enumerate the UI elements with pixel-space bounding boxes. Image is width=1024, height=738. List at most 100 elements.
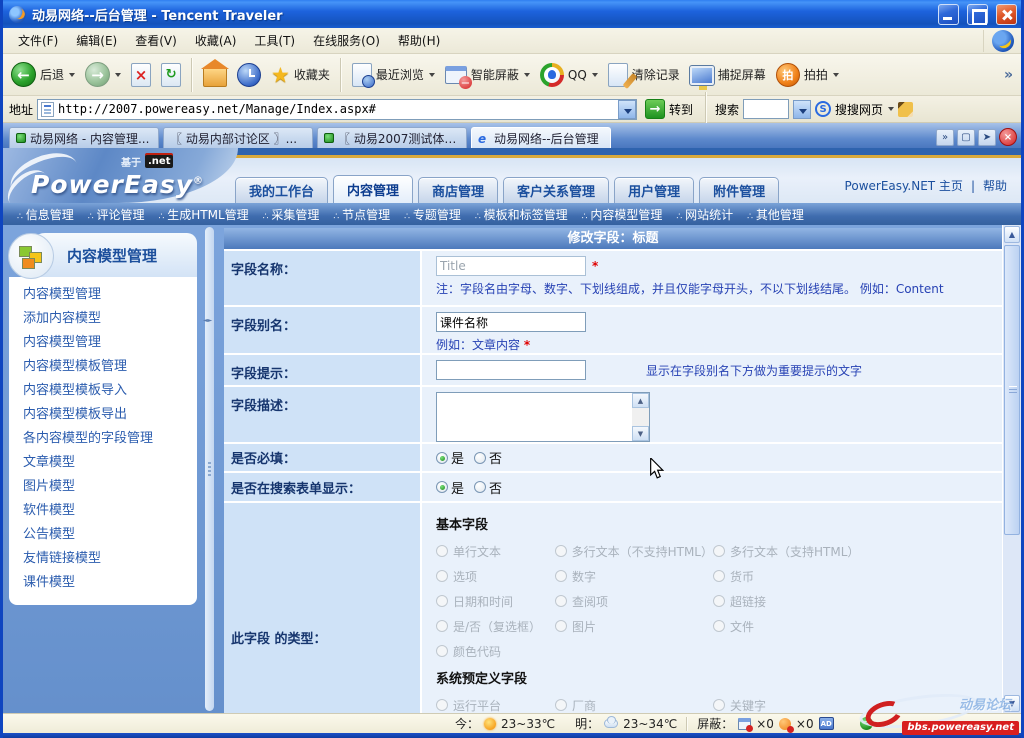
sub-menu-item[interactable]: 节点管理 <box>333 206 390 223</box>
search-engine-caret-icon[interactable] <box>888 107 894 111</box>
sidebar-menu-item[interactable]: 图片模型 <box>12 475 194 499</box>
capture-screen-button[interactable]: 捕捉屏幕 <box>686 61 770 88</box>
sub-menu-item[interactable]: 内容模型管理 <box>582 206 663 223</box>
sub-menu-item[interactable]: 评论管理 <box>88 206 145 223</box>
close-button[interactable] <box>996 4 1017 25</box>
search-input[interactable] <box>743 99 789 119</box>
pencil-icon[interactable] <box>898 102 913 117</box>
sub-menu-item[interactable]: 采集管理 <box>263 206 320 223</box>
site-nav-tab[interactable]: 用户管理 <box>614 177 694 203</box>
sidebar-menu-item[interactable]: 课件模型 <box>12 571 194 595</box>
title-bar: 动易网络--后台管理 - Tencent Traveler <box>3 0 1021 28</box>
field-desc-textarea[interactable]: ▲ ▼ <box>436 392 650 442</box>
browser-tab[interactable]: 〖 动易2007测试体验... <box>317 127 467 148</box>
sidebar-menu-item[interactable]: 公告模型 <box>12 523 194 547</box>
search-engine-label[interactable]: 搜搜网页 <box>835 101 883 118</box>
field-type-option: 关键字 <box>713 694 1002 713</box>
site-nav-tab[interactable]: 我的工作台 <box>235 177 328 203</box>
radio-yes[interactable] <box>436 452 448 464</box>
menu-item[interactable]: 编辑(E) <box>67 28 126 53</box>
address-dropdown-icon[interactable] <box>618 100 636 119</box>
radio-no[interactable] <box>474 481 486 493</box>
menu-item[interactable]: 在线服务(O) <box>304 28 389 53</box>
toolbar: ← 后退 → × ↻ ★ 收藏夹 最近浏览 智能屏蔽 QQ <box>3 54 1021 96</box>
sidebar-menu-item[interactable]: 内容模型管理 <box>12 283 194 307</box>
menu-item[interactable]: 工具(T) <box>245 28 304 53</box>
home-button[interactable] <box>199 60 231 90</box>
browser-tab[interactable]: 动易网络 - 内容管理... <box>9 127 159 148</box>
sub-menu-item[interactable]: 专题管理 <box>404 206 461 223</box>
scroll-up-button[interactable]: ▲ <box>1004 226 1020 243</box>
sub-menu-item[interactable]: 其他管理 <box>747 206 804 223</box>
site-nav-tab[interactable]: 客户关系管理 <box>503 177 609 203</box>
back-button[interactable]: ← 后退 <box>7 59 79 90</box>
block-label: 屏蔽： <box>697 715 733 732</box>
field-name-input[interactable] <box>436 256 586 276</box>
qq-caret-icon[interactable] <box>592 73 598 77</box>
toolbar-overflow-button[interactable]: » <box>1000 67 1017 83</box>
address-input[interactable] <box>58 102 618 116</box>
sub-menu-item[interactable]: 模板和标签管理 <box>475 206 568 223</box>
blocked-float-icon[interactable] <box>779 718 791 730</box>
paipai-caret-icon[interactable] <box>833 73 839 77</box>
favorites-button[interactable]: ★ 收藏夹 <box>267 62 334 88</box>
maximize-button[interactable] <box>967 4 988 25</box>
tab-overflow-button[interactable]: » <box>936 129 954 146</box>
help-link[interactable]: 帮助 <box>983 177 1007 194</box>
sidebar-menu-item[interactable]: 内容模型模板导入 <box>12 379 194 403</box>
search-dropdown-icon[interactable] <box>793 100 811 119</box>
sidebar-menu-item[interactable]: 内容模型模板管理 <box>12 355 194 379</box>
menu-item[interactable]: 查看(V) <box>126 28 186 53</box>
sidebar-splitter[interactable] <box>205 227 214 711</box>
scroll-down-button[interactable]: ▼ <box>1004 695 1020 712</box>
site-nav-tab[interactable]: 商店管理 <box>418 177 498 203</box>
sub-menu-item[interactable]: 信息管理 <box>17 206 74 223</box>
scroll-thumb[interactable] <box>1004 245 1020 535</box>
menu-item[interactable]: 帮助(H) <box>389 28 449 53</box>
sidebar-menu-item[interactable]: 内容模型模板导出 <box>12 403 194 427</box>
clear-history-button[interactable]: 清除记录 <box>604 60 684 90</box>
sidebar-menu-item[interactable]: 添加内容模型 <box>12 307 194 331</box>
refresh-button[interactable]: ↻ <box>157 60 185 90</box>
field-alias-input[interactable] <box>436 312 586 332</box>
sidebar-menu-item[interactable]: 各内容模型的字段管理 <box>12 427 194 451</box>
menu-item[interactable]: 收藏(A) <box>186 28 246 53</box>
smart-block-caret-icon[interactable] <box>524 73 530 77</box>
stop-button[interactable]: × <box>127 60 155 90</box>
menu-item[interactable]: 文件(F) <box>9 28 67 53</box>
minimize-button[interactable] <box>938 4 959 25</box>
main-scrollbar[interactable]: ▲ ▼ <box>1002 225 1021 713</box>
sub-menu-item[interactable]: 生成HTML管理 <box>159 206 249 223</box>
recent-caret-icon[interactable] <box>429 73 435 77</box>
powereasy-home-link[interactable]: PowerEasy.NET 主页 <box>845 177 963 194</box>
recent-button[interactable]: 最近浏览 <box>348 60 439 90</box>
site-nav-tab[interactable]: 内容管理 <box>333 175 413 203</box>
scroll-down-icon[interactable]: ▼ <box>632 426 649 441</box>
browser-tab[interactable]: 动易网络--后台管理 <box>471 127 611 148</box>
sidebar-menu-item[interactable]: 文章模型 <box>12 451 194 475</box>
sub-menu-item[interactable]: 网站统计 <box>676 206 733 223</box>
qq-button[interactable]: QQ <box>536 60 602 90</box>
go-button[interactable]: → 转到 <box>641 96 697 122</box>
pin-tab-button[interactable]: ➤ <box>978 129 996 146</box>
browser-tab[interactable]: 〖 动易内部讨论区 〗... <box>163 127 313 148</box>
forward-caret-icon[interactable] <box>115 73 121 77</box>
paipai-button[interactable]: 拍 拍拍 <box>772 60 843 90</box>
history-button[interactable] <box>233 60 265 90</box>
site-nav-tab[interactable]: 附件管理 <box>699 177 779 203</box>
sidebar-menu-item[interactable]: 软件模型 <box>12 499 194 523</box>
radio-yes[interactable] <box>436 481 448 493</box>
blocked-popup-icon[interactable] <box>738 718 751 730</box>
new-tab-button[interactable]: ▢ <box>957 129 975 146</box>
radio-no[interactable] <box>474 452 486 464</box>
smart-block-button[interactable]: 智能屏蔽 <box>441 63 534 87</box>
textarea-scrollbar[interactable]: ▲ ▼ <box>632 393 649 441</box>
sidebar-menu-item[interactable]: 友情链接模型 <box>12 547 194 571</box>
close-tab-button[interactable]: × <box>999 128 1017 146</box>
sidebar-menu-item[interactable]: 内容模型管理 <box>12 331 194 355</box>
scroll-up-icon[interactable]: ▲ <box>632 393 649 408</box>
forward-button[interactable]: → <box>81 59 125 90</box>
back-caret-icon[interactable] <box>69 73 75 77</box>
ad-filter-icon[interactable]: AD <box>819 717 834 730</box>
field-tip-input[interactable] <box>436 360 586 380</box>
